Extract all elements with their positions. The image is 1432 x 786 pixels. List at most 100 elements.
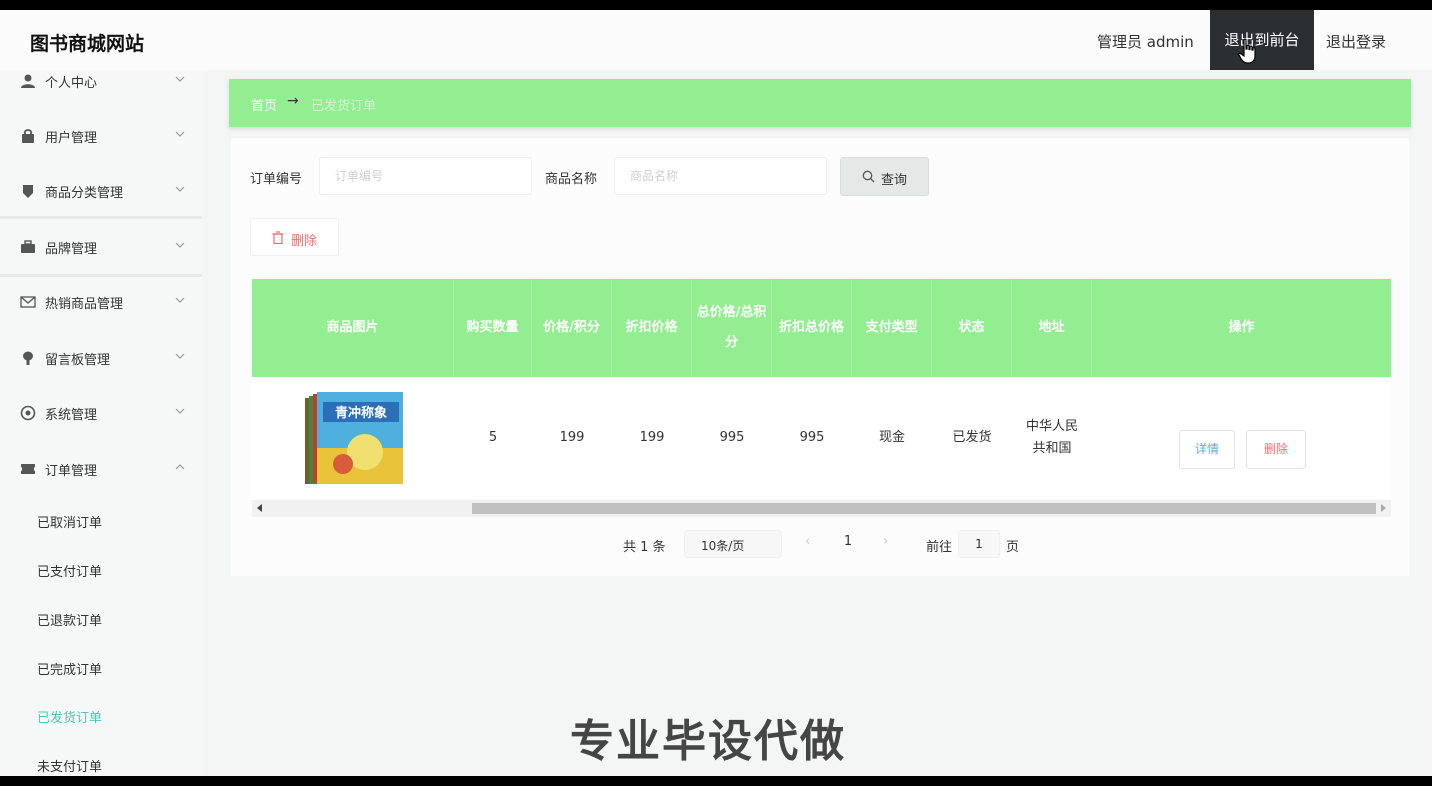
sidebar-divider	[0, 216, 202, 219]
chevron-up-icon	[175, 464, 185, 470]
sidebar-sub-cancelled-orders[interactable]: 已取消订单	[37, 512, 102, 531]
col-header-discount-price: 折扣价格	[612, 279, 692, 377]
goto-page-input[interactable]	[958, 530, 1000, 558]
order-no-label: 订单编号	[250, 172, 303, 187]
query-button-label: 查询	[881, 173, 908, 188]
watermark-text: 专业毕设代做	[570, 716, 846, 767]
lock-icon	[22, 129, 34, 143]
briefcase-icon	[21, 240, 35, 253]
chevron-down-icon	[175, 408, 185, 414]
scroll-left-arrow-icon[interactable]	[257, 504, 262, 512]
product-name-label: 商品名称	[545, 172, 598, 187]
scrollbar-thumb[interactable]	[472, 503, 1376, 514]
cell-total: 995	[719, 430, 745, 445]
sidebar-sub-unpaid-orders[interactable]: 未支付订单	[37, 756, 102, 775]
page-unit-label: 页	[1006, 540, 1020, 555]
breadcrumb-current: 已发货订单	[311, 99, 377, 114]
pagination-total: 共 1 条	[623, 540, 666, 555]
goto-label: 前往	[926, 540, 953, 555]
col-header-quantity: 购买数量	[454, 279, 532, 377]
chevron-down-icon	[175, 242, 185, 248]
sidebar-item-message-board[interactable]: 留言板管理	[0, 332, 202, 386]
ticket-icon	[21, 464, 35, 474]
sidebar-sub-refunded-orders[interactable]: 已退款订单	[37, 610, 102, 629]
col-header-discount-total: 折扣总价格	[772, 279, 852, 377]
sidebar-item-brands[interactable]: 品牌管理	[0, 221, 202, 275]
chevron-down-icon	[175, 131, 185, 137]
sidebar-item-categories[interactable]: 商品分类管理	[0, 165, 202, 219]
prev-page-icon[interactable]: ‹	[805, 534, 810, 549]
sidebar-item-users[interactable]: 用户管理	[0, 110, 202, 164]
cell-discount-total: 995	[799, 430, 825, 445]
col-header-actions: 操作	[1228, 320, 1255, 335]
cell-price: 199	[559, 430, 585, 445]
table-row: 青冲称象 5 199 199 995 995 现金 已发货 中华人民 共和国 详…	[252, 377, 1391, 499]
row-delete-button[interactable]: 删除	[1246, 430, 1306, 469]
query-button[interactable]: 查询	[840, 157, 929, 196]
sidebar: 个人中心 用户管理 商品分类管理 品牌管理 热销商品管理 留言板管理 系统管理 …	[0, 70, 202, 776]
sidebar-item-hot-products[interactable]: 热销商品管理	[0, 276, 202, 330]
tag-icon	[23, 185, 33, 198]
sidebar-item-label: 系统管理	[45, 408, 98, 423]
col-header-pay-type: 支付类型	[852, 279, 932, 377]
col-header-image: 商品图片	[252, 279, 454, 377]
site-title: 图书商城网站	[30, 33, 145, 55]
address-line-1: 中华人民	[1025, 419, 1078, 434]
cell-address: 中华人民 共和国	[1012, 377, 1092, 499]
table-header: 商品图片 购买数量 价格/积分 折扣价格 总价格/总积分 折扣总价格 支付类型 …	[252, 279, 1391, 377]
search-icon	[862, 170, 875, 183]
book-cover-title: 青冲称象	[335, 405, 387, 421]
sidebar-item-system[interactable]: 系统管理	[0, 387, 202, 441]
sidebar-sub-shipped-orders[interactable]: 已发货订单	[37, 707, 102, 726]
chevron-down-icon	[175, 186, 185, 192]
sidebar-item-label: 留言板管理	[45, 353, 111, 368]
logout-button[interactable]: 退出登录	[1326, 31, 1386, 52]
table-horizontal-scrollbar[interactable]	[252, 500, 1391, 517]
sidebar-item-label: 商品分类管理	[45, 186, 124, 201]
chevron-down-icon	[175, 353, 185, 359]
detail-button[interactable]: 详情	[1179, 430, 1235, 469]
top-header: 图书商城网站 管理员 admin 退出到前台 退出登录	[0, 10, 1432, 70]
sidebar-sub-completed-orders[interactable]: 已完成订单	[37, 659, 102, 678]
sidebar-item-personal-center[interactable]: 个人中心	[0, 70, 202, 109]
user-icon	[21, 74, 35, 88]
chevron-down-icon	[175, 76, 185, 82]
batch-delete-button[interactable]: 删除	[250, 218, 339, 256]
col-header-status: 状态	[932, 279, 1012, 377]
sidebar-item-label: 品牌管理	[45, 242, 98, 257]
address-line-2: 共和国	[1032, 441, 1072, 456]
next-page-icon[interactable]: ›	[883, 534, 888, 549]
page-size-select[interactable]: 10条/页	[684, 530, 782, 558]
scroll-right-arrow-icon[interactable]	[1381, 504, 1386, 512]
app-frame: 图书商城网站 管理员 admin 退出到前台 退出登录 个人中心 用户管理 商品…	[0, 10, 1432, 776]
cell-image: 青冲称象	[252, 377, 454, 499]
settings-icon	[20, 405, 36, 421]
breadcrumb-separator: →	[287, 93, 299, 109]
cell-pay-type: 现金	[878, 430, 905, 445]
hand-cursor-icon	[1238, 38, 1256, 64]
sidebar-item-label: 个人中心	[45, 76, 98, 91]
chevron-down-icon	[175, 297, 185, 303]
sidebar-item-label: 订单管理	[45, 464, 98, 479]
cell-status: 已发货	[952, 430, 992, 445]
col-header-total: 总价格/总积分	[692, 279, 772, 377]
sidebar-item-label: 用户管理	[45, 131, 98, 146]
breadcrumb: 首页 → 已发货订单	[229, 79, 1411, 127]
mail-icon	[20, 296, 36, 308]
sidebar-item-label: 热销商品管理	[45, 297, 124, 312]
page-number-current[interactable]: 1	[838, 534, 858, 549]
sidebar-item-orders[interactable]: 订单管理	[0, 443, 202, 497]
trash-icon	[272, 231, 284, 244]
col-header-address: 地址	[1012, 279, 1092, 377]
book-cover-image: 青冲称象	[305, 392, 403, 484]
pin-icon	[23, 351, 33, 365]
exit-to-front-button[interactable]: 退出到前台	[1210, 10, 1314, 70]
col-header-price: 价格/积分	[532, 279, 612, 377]
admin-label: 管理员 admin	[1097, 33, 1194, 51]
product-name-input[interactable]	[614, 157, 827, 195]
sidebar-sub-paid-orders[interactable]: 已支付订单	[37, 561, 102, 580]
cell-discount-price: 199	[639, 430, 665, 445]
cell-quantity: 5	[488, 430, 498, 445]
order-no-input[interactable]	[319, 157, 532, 195]
breadcrumb-home[interactable]: 首页	[251, 95, 277, 114]
